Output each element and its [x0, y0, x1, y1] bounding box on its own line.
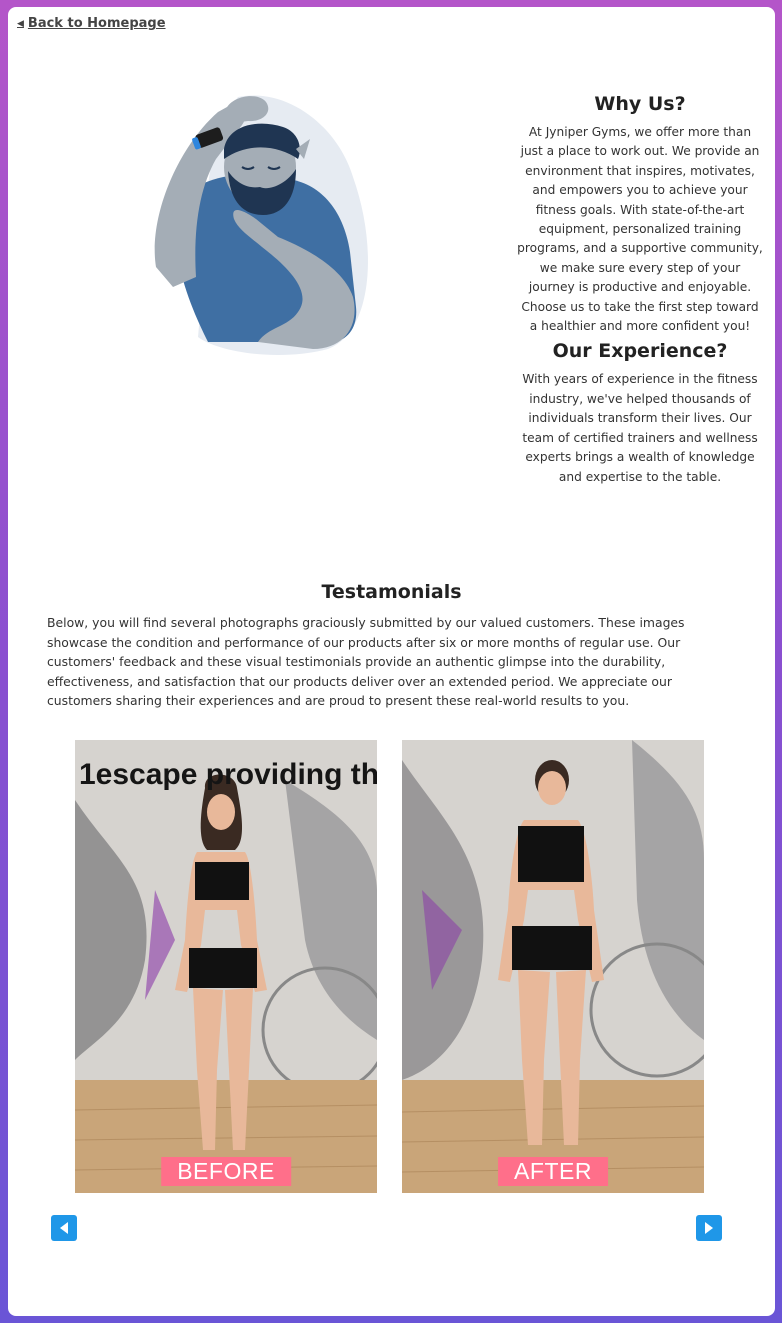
before-photo: 1escape providing th BEFORE [75, 740, 377, 1193]
why-us-text: At Jyniper Gyms, we offer more than just… [517, 125, 763, 334]
testimonials-title: Testamonials [321, 581, 462, 603]
carousel-next-button[interactable] [696, 1215, 722, 1241]
experience-text: With years of experience in the fitness … [522, 372, 758, 484]
about-section: Why Us? At Jyniper Gyms, we offer more t… [516, 93, 764, 491]
arrow-left-icon [60, 1222, 68, 1234]
thinking-man-illustration [138, 87, 378, 357]
after-label: AFTER [498, 1157, 608, 1186]
before-label: BEFORE [161, 1157, 291, 1186]
content-card: ◀ Back to Homepage Why Us? At Jyniper Gy… [8, 7, 775, 1316]
triangle-left-icon: ◀ [17, 18, 24, 29]
experience-title: Our Experience? [552, 340, 728, 363]
arrow-right-icon [705, 1222, 713, 1234]
back-link-label: Back to Homepage [27, 16, 166, 31]
carousel-prev-button[interactable] [51, 1215, 77, 1241]
testimonials-text: Below, you will find several photographs… [47, 615, 685, 709]
back-to-homepage-link[interactable]: ◀ Back to Homepage [17, 16, 166, 31]
why-us-title: Why Us? [594, 93, 686, 115]
before-photo-banner: 1escape providing th [79, 758, 377, 791]
after-photo: AFTER [402, 740, 704, 1193]
